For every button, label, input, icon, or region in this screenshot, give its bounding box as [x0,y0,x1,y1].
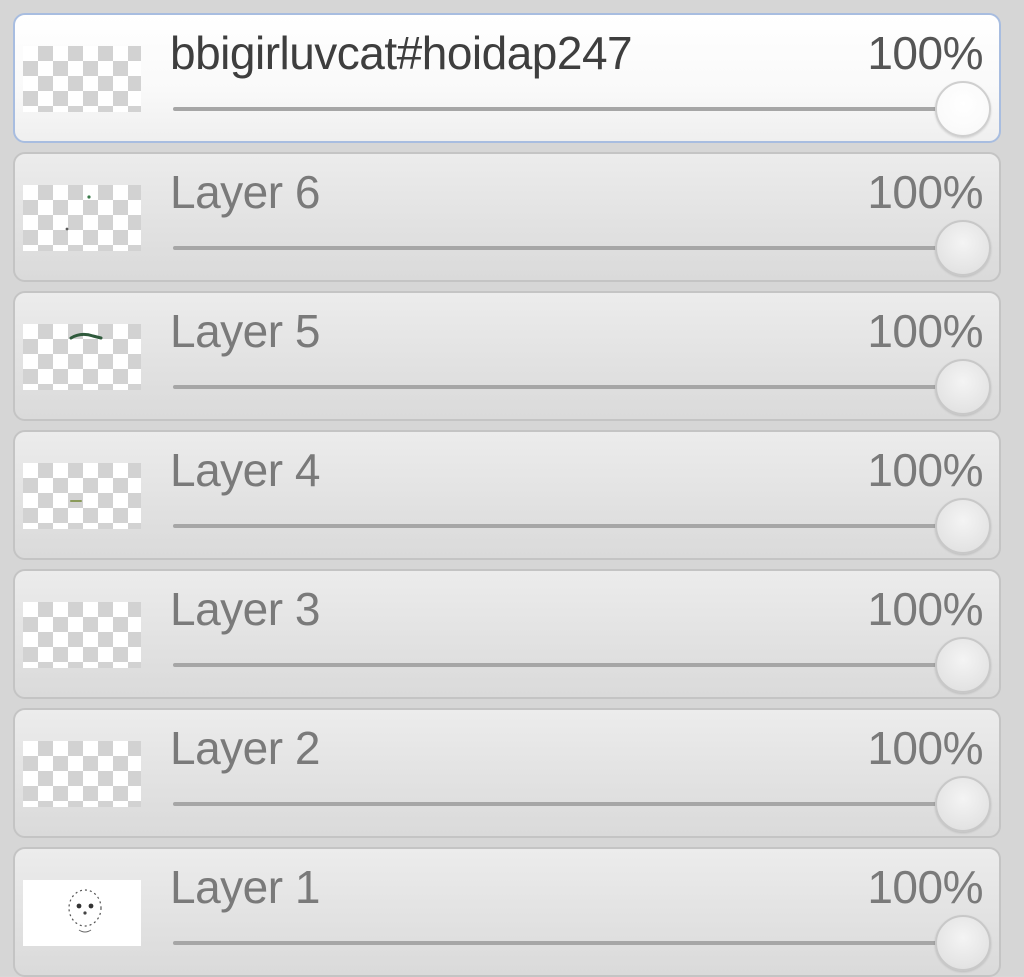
opacity-slider-track[interactable] [173,246,963,250]
opacity-slider-track[interactable] [173,524,963,528]
opacity-slider-handle[interactable] [935,498,991,554]
layer-opacity-value: 100% [867,861,983,913]
thumbnail-content [68,889,102,933]
layer-thumbnail [23,324,141,390]
layer-row-layer-1[interactable]: Layer 1 100% [13,847,1001,977]
layer-row-bbigirluvcat[interactable]: bbigirluvcat#hoidap247 100% [13,13,1001,143]
layer-thumbnail [23,602,141,668]
layers-panel: bbigirluvcat#hoidap247 100% Layer 6 100%… [0,0,1024,977]
layer-row-layer-6[interactable]: Layer 6 100% [13,152,1001,282]
layer-name: Layer 4 [170,444,320,496]
layer-row-layer-3[interactable]: Layer 3 100% [13,569,1001,699]
opacity-slider-handle[interactable] [935,81,991,137]
opacity-slider-handle[interactable] [935,220,991,276]
layer-name: bbigirluvcat#hoidap247 [170,27,633,79]
layer-row-layer-5[interactable]: Layer 5 100% [13,291,1001,421]
layer-opacity-value: 100% [867,305,983,357]
layer-row-layer-2[interactable]: Layer 2 100% [13,708,1001,838]
layer-name: Layer 6 [170,166,320,218]
layer-thumbnail [23,185,141,251]
opacity-slider-track[interactable] [173,385,963,389]
layer-thumbnail [23,46,141,112]
layer-thumbnail [23,880,141,946]
layer-thumbnail [23,463,141,529]
layer-thumbnail [23,741,141,807]
layer-name: Layer 2 [170,722,320,774]
layer-opacity-value: 100% [867,444,983,496]
thumbnail-content [65,195,91,231]
opacity-slider-handle[interactable] [935,915,991,971]
layer-name: Layer 5 [170,305,320,357]
opacity-slider-track[interactable] [173,663,963,667]
layer-name: Layer 1 [170,861,320,913]
opacity-slider-track[interactable] [173,802,963,806]
layer-opacity-value: 100% [867,722,983,774]
opacity-slider-handle[interactable] [935,359,991,415]
opacity-slider-handle[interactable] [935,776,991,832]
layer-name: Layer 3 [170,583,320,635]
layer-opacity-value: 100% [867,166,983,218]
thumbnail-content [69,332,103,340]
layer-opacity-value: 100% [867,583,983,635]
layer-opacity-value: 100% [867,27,983,79]
opacity-slider-track[interactable] [173,941,963,945]
thumbnail-content [70,500,82,502]
opacity-slider-handle[interactable] [935,637,991,693]
layer-row-layer-4[interactable]: Layer 4 100% [13,430,1001,560]
opacity-slider-track[interactable] [173,107,963,111]
